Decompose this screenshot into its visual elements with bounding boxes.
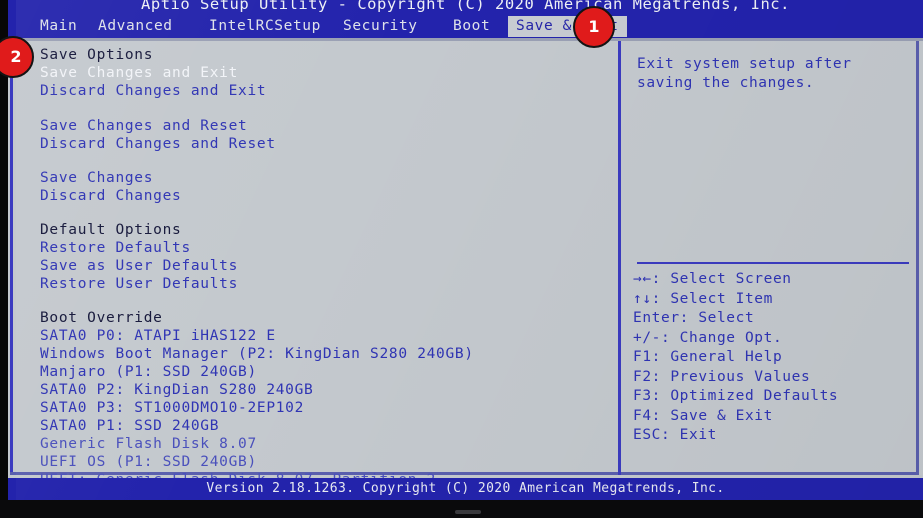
legend-row: F3: Optimized Defaults	[633, 387, 913, 407]
section-header-boot-override: Boot Override	[40, 310, 163, 326]
menu-option-sata0-p0-atapi-ihas122-e[interactable]: SATA0 P0: ATAPI iHAS122 E	[40, 327, 276, 345]
legend-description: : Save & Exit	[651, 407, 773, 424]
legend-row: F2: Previous Values	[633, 368, 913, 388]
legend-key: ESC	[633, 427, 661, 443]
menu-option-save-changes-and-reset[interactable]: Save Changes and Reset	[40, 117, 247, 135]
footer-version-text: Version 2.18.1263. Copyright (C) 2020 Am…	[206, 481, 725, 496]
menu-option-restore-defaults[interactable]: Restore Defaults	[40, 239, 191, 257]
section-header-default-options: Default Options	[40, 222, 182, 238]
legend-key: +/-	[633, 329, 661, 346]
menu-tab-boot[interactable]: Boot	[445, 16, 498, 37]
menu-option-generic-flash-disk-8-07[interactable]: Generic Flash Disk 8.07	[40, 435, 257, 453]
key-legend: →←: Select Screen ↑↓: Select Item Enter: S…	[633, 270, 913, 446]
menu-option-save-changes-and-exit[interactable]: Save Changes and Exit	[40, 64, 238, 82]
legend-row: Enter: Select	[633, 309, 913, 329]
menu-tab-main[interactable]: Main	[32, 16, 85, 37]
monitor-bezel-left	[0, 0, 8, 518]
legend-description: : Change Opt.	[661, 329, 783, 346]
legend-description: : Select Screen	[651, 271, 792, 287]
legend-row: →←: Select Screen	[633, 270, 913, 290]
legend-separator	[637, 262, 909, 264]
monitor-power-indicator	[455, 510, 481, 514]
section-header-save-options: Save Options	[40, 47, 154, 63]
menu-option-sata0-p3-st1000dmo10-2ep102[interactable]: SATA0 P3: ST1000DMO10-2EP102	[40, 399, 304, 417]
bios-title: Aptio Setup Utility - Copyright (C) 2020…	[141, 0, 790, 13]
menu-tab-security[interactable]: Security	[335, 16, 426, 37]
frame-border-left	[10, 41, 13, 475]
legend-row: F4: Save & Exit	[633, 407, 913, 427]
annotation-badge-1: 1	[573, 6, 615, 48]
menu-option-discard-changes-and-reset[interactable]: Discard Changes and Reset	[40, 135, 276, 153]
legend-key: F1	[633, 349, 652, 365]
menu-option-discard-changes-and-exit[interactable]: Discard Changes and Exit	[40, 82, 266, 100]
help-panel: Exit system setup after saving the chang…	[621, 41, 916, 475]
menu-option-windows-boot-manager-p2-kingdian-s280-240gb[interactable]: Windows Boot Manager (P2: KingDian S280 …	[40, 345, 474, 363]
bios-footer: Version 2.18.1263. Copyright (C) 2020 Am…	[8, 478, 923, 500]
legend-key: F2	[633, 368, 652, 385]
frame-border-right	[916, 41, 919, 475]
legend-row: ESC: Exit	[633, 426, 913, 446]
legend-key: F3	[633, 388, 652, 404]
legend-key: Enter	[633, 310, 680, 326]
legend-row: F1: General Help	[633, 348, 913, 368]
menu-tab-advanced[interactable]: Advanced	[90, 16, 181, 37]
menu-option-sata0-p1-ssd-240gb[interactable]: SATA0 P1: SSD 240GB	[40, 417, 219, 435]
menu-option-discard-changes[interactable]: Discard Changes	[40, 187, 181, 205]
bios-setup-utility: Aptio Setup Utility - Copyright (C) 2020…	[8, 0, 923, 500]
bios-screen-photo: Aptio Setup Utility - Copyright (C) 2020…	[0, 0, 923, 518]
menu-bar[interactable]: Main Advanced IntelRCSetup Security Boot Save…	[8, 15, 923, 38]
menu-option-manjaro-p1-ssd-240gb[interactable]: Manjaro (P1: SSD 240GB)	[40, 363, 257, 381]
help-text: Exit system setup after saving the chang…	[637, 56, 852, 91]
legend-description: : Select Item	[651, 290, 773, 307]
legend-key: →←	[633, 271, 652, 287]
menu-option-uefi-os-p1-ssd-240gb[interactable]: UEFI OS (P1: SSD 240GB)	[40, 453, 257, 471]
legend-key: ↑↓	[633, 290, 652, 307]
menu-option-sata0-p2-kingdian-s280-240gb[interactable]: SATA0 P2: KingDian S280 240GB	[40, 381, 313, 399]
legend-description: : Select	[679, 310, 755, 326]
legend-row: +/-: Change Opt.	[633, 329, 913, 349]
settings-list[interactable]: Save Options Save Changes and Exit Discard…	[18, 41, 616, 488]
legend-description: : Previous Values	[651, 368, 811, 385]
legend-description: : Exit	[661, 427, 717, 443]
menu-option-restore-user-defaults[interactable]: Restore User Defaults	[40, 275, 238, 293]
legend-key: F4	[633, 407, 652, 424]
monitor-bezel-bottom	[0, 500, 923, 518]
menu-tab-intelrcsetup[interactable]: IntelRCSetup	[201, 16, 329, 37]
bios-header: Aptio Setup Utility - Copyright (C) 2020…	[8, 0, 923, 38]
menu-option-save-changes[interactable]: Save Changes	[40, 169, 153, 187]
menu-option-save-as-user-defaults[interactable]: Save as User Defaults	[40, 257, 238, 275]
legend-description: : Optimized Defaults	[651, 388, 839, 404]
legend-description: : General Help	[651, 349, 783, 365]
legend-row: ↑↓: Select Item	[633, 290, 913, 310]
